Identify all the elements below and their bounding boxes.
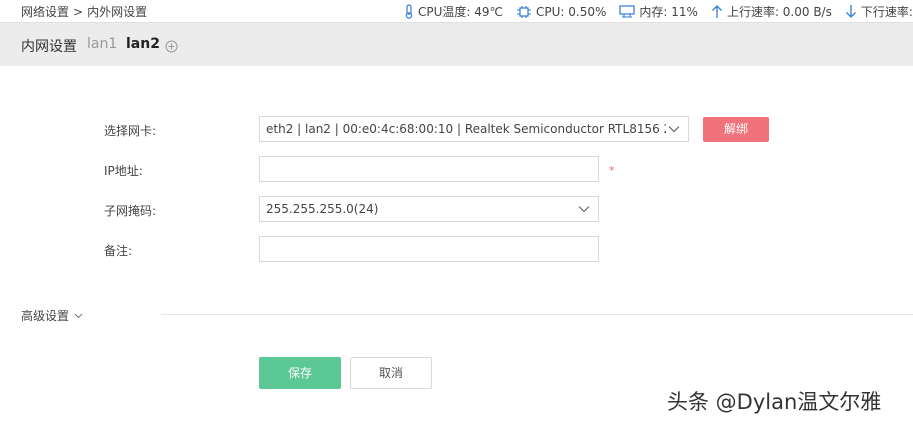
note-input[interactable] xyxy=(259,236,599,262)
watermark: 头条 @Dylan温文尔雅 xyxy=(667,390,882,414)
tab-strip: 内网设置 lan1 lan2 xyxy=(0,22,913,66)
mask-label: 子网掩码: xyxy=(104,204,157,218)
system-stats: CPU温度: 49℃ CPU: 0.50% 内存: 11% 上行速率: 0.00… xyxy=(404,3,913,20)
breadcrumb-separator: > xyxy=(73,5,84,19)
add-tab-button[interactable] xyxy=(165,38,178,57)
nic-select[interactable]: eth2 | lan2 | 00:e0:4c:68:00:10 | Realte… xyxy=(259,116,689,142)
nic-select-value: eth2 | lan2 | 00:e0:4c:68:00:10 | Realte… xyxy=(266,122,666,136)
cpu-temp-text: CPU温度: 49℃ xyxy=(418,5,504,19)
section-title: 内网设置 xyxy=(21,39,77,55)
ip-label: IP地址: xyxy=(104,164,143,178)
required-mark: * xyxy=(609,164,615,177)
arrow-up-icon xyxy=(711,5,722,18)
breadcrumb: 网络设置 > 内外网设置 xyxy=(21,3,147,20)
thermometer-icon xyxy=(405,4,413,19)
section-divider xyxy=(161,314,913,315)
save-button[interactable]: 保存 xyxy=(259,357,341,389)
memory-stat: 内存: 11% xyxy=(619,3,698,20)
breadcrumb-parent[interactable]: 网络设置 xyxy=(21,5,69,19)
cpu-usage-text: CPU: 0.50% xyxy=(536,4,607,19)
status-bar: 网络设置 > 内外网设置 CPU温度: 49℃ CPU: 0.50% 内存: 11%… xyxy=(0,0,913,22)
memory-icon xyxy=(619,5,636,18)
breadcrumb-current: 内外网设置 xyxy=(87,5,148,19)
ip-address-input[interactable] xyxy=(259,156,599,182)
upload-text: 上行速率: 0.00 B/s xyxy=(726,5,832,19)
subnet-mask-value: 255.255.255.0(24) xyxy=(266,202,379,216)
chevron-down-icon xyxy=(74,313,83,318)
cpu-chip-icon xyxy=(517,5,532,18)
tab-lan1[interactable]: lan1 xyxy=(87,36,117,52)
plus-circle-icon xyxy=(165,40,178,53)
chevron-down-icon xyxy=(578,206,590,213)
unbind-button[interactable]: 解绑 xyxy=(703,117,769,142)
advanced-settings-toggle[interactable]: 高级设置 xyxy=(21,307,83,324)
nic-label: 选择网卡: xyxy=(104,124,157,138)
upload-stat: 上行速率: 0.00 B/s xyxy=(711,3,832,20)
note-label: 备注: xyxy=(104,244,133,258)
memory-text: 内存: 11% xyxy=(639,5,698,19)
cpu-temp-stat: CPU温度: 49℃ xyxy=(404,3,503,20)
tab-lan2[interactable]: lan2 xyxy=(126,36,160,52)
advanced-settings-label: 高级设置 xyxy=(21,309,70,323)
chevron-down-icon xyxy=(668,126,680,133)
download-stat: 下行速率: xyxy=(845,3,913,20)
subnet-mask-select[interactable]: 255.255.255.0(24) xyxy=(259,196,599,222)
cpu-usage-stat: CPU: 0.50% xyxy=(516,5,606,19)
cancel-button[interactable]: 取消 xyxy=(350,357,432,389)
arrow-down-icon xyxy=(845,5,856,18)
download-text: 下行速率: xyxy=(860,5,913,19)
